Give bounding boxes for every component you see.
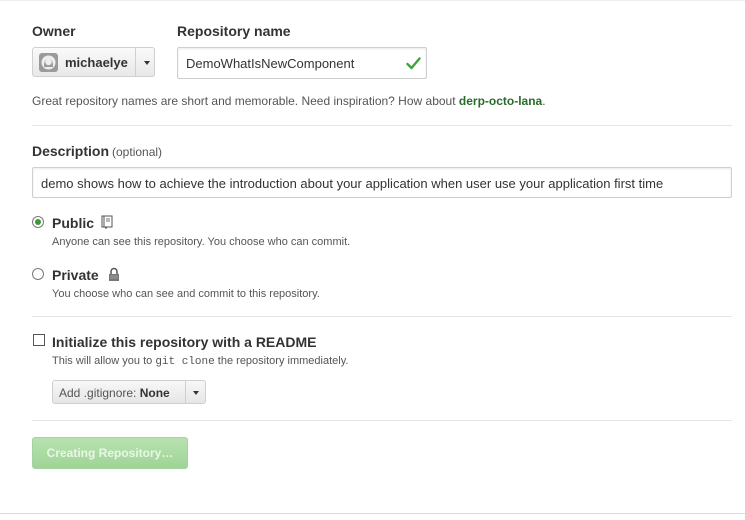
bottom-divider [0,513,745,514]
description-input[interactable] [41,174,725,192]
lock-icon [108,267,120,287]
private-option-title: Private [52,267,99,283]
private-option-description: You choose who can see and commit to thi… [52,288,320,300]
gitignore-value: None [139,386,170,400]
owner-select[interactable]: michaelye [32,47,155,77]
radio-selected-dot [35,219,41,225]
public-option-description: Anyone can see this repository. You choo… [52,236,351,248]
public-option-title: Public [52,215,95,231]
readme-option-description: This will allow you to git clone the rep… [52,355,349,368]
repository-name-hint: Great repository names are short and mem… [32,94,546,108]
repository-name-input[interactable] [186,54,401,72]
readme-checkbox[interactable] [33,334,45,346]
gitignore-select-divider [185,381,186,403]
repository-name-field[interactable] [177,47,427,79]
book-repo-icon [101,215,113,234]
optional-note: (optional) [112,145,163,159]
public-radio[interactable] [32,216,44,228]
owner-select-divider [135,48,136,76]
repository-name-label: Repository name [177,23,291,39]
chevron-down-icon [144,61,150,65]
chevron-down-icon [193,391,199,395]
divider [32,125,732,126]
gitignore-select[interactable]: Add .gitignore: None [52,380,206,404]
owner-label: Owner [32,23,76,39]
octocat-avatar-icon [39,53,58,72]
checkmark-icon [406,57,421,75]
create-repository-button[interactable]: Creating Repository… [32,437,188,469]
description-label: Description (optional) [32,143,163,159]
gitignore-select-label: Add .gitignore: None [59,386,170,400]
name-suggestion-link[interactable]: derp-octo-lana [459,94,542,108]
description-field[interactable] [32,167,732,198]
git-clone-code: git clone [155,356,215,368]
divider [32,420,732,421]
owner-username: michaelye [65,55,128,70]
divider [32,316,732,317]
top-divider [0,0,745,1]
readme-option-title: Initialize this repository with a README [52,334,317,350]
private-radio[interactable] [32,268,44,280]
